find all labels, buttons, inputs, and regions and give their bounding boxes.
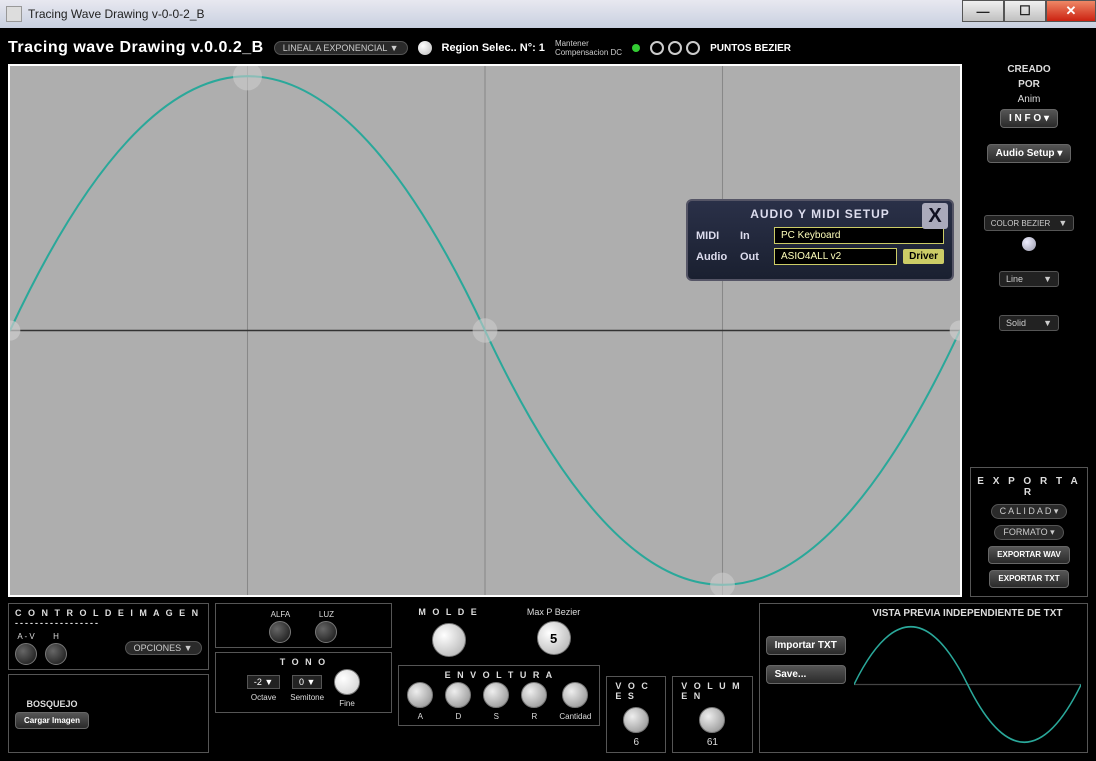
txt-preview-canvas [854,621,1081,748]
formato-dropdown[interactable]: FORMATO ▾ [994,525,1063,540]
tono-panel: T O N O -2 ▼Octave 0 ▼Semitone Fine [215,652,393,713]
sketch-preview [95,694,202,734]
alfa-knob[interactable] [269,621,291,643]
app-body: Tracing wave Drawing v.0.0.2_B LINEAL A … [0,28,1096,761]
line-dropdown[interactable]: Line▼ [999,271,1059,287]
bezier-point-3[interactable] [686,41,700,55]
por-label: POR [1018,79,1040,90]
bezier-point-2[interactable] [668,41,682,55]
top-toolbar: Tracing wave Drawing v.0.0.2_B LINEAL A … [8,36,1088,60]
maximize-button[interactable]: ☐ [1004,0,1046,22]
export-txt-button[interactable]: EXPORTAR TXT [989,570,1068,588]
envoltura-panel: E N V O L T U R A A D S R Cantidad [398,665,600,726]
opciones-dropdown[interactable]: OPCIONES ▼ [125,641,202,655]
app-title: Tracing wave Drawing v.0.0.2_B [8,39,264,57]
semitone-spinner[interactable]: 0 ▼ [292,675,322,689]
save-button[interactable]: Save... [766,665,846,684]
attack-knob[interactable] [407,682,433,708]
volumen-knob[interactable] [699,707,725,733]
curve-mode-dropdown[interactable]: LINEAL A EXPONENCIAL ▼ [274,41,408,55]
voces-value: 6 [634,737,640,748]
volumen-panel: V O L U M E N 61 [672,676,752,753]
octave-spinner[interactable]: -2 ▼ [247,675,280,689]
cantidad-knob[interactable] [562,682,588,708]
window-titlebar: Tracing Wave Drawing v-0-0-2_B — ☐ ✕ [0,0,1096,28]
color-bezier-knob[interactable] [1022,237,1036,251]
bottom-panel: C O N T R O L D E I M A G E N ----------… [8,603,1088,753]
midi-label: MIDI [696,230,734,242]
dialog-close-button[interactable]: X [922,203,948,229]
decay-knob[interactable] [445,682,471,708]
dc-comp-label: MantenerCompensacion DC [555,39,622,57]
window-title: Tracing Wave Drawing v-0-0-2_B [28,7,205,21]
audio-setup-button[interactable]: Audio Setup ▾ [987,144,1072,163]
txt-preview-title: VISTA PREVIA INDEPENDIENTE DE TXT [854,608,1081,619]
txt-preview-panel: Importar TXT Save... VISTA PREVIA INDEPE… [759,603,1088,753]
dc-led-icon[interactable] [632,44,640,52]
bezier-point-1[interactable] [650,41,664,55]
image-control-panel: C O N T R O L D E I M A G E N ----------… [8,603,209,670]
alfa-luz-panel: ALFA LUZ [215,603,393,648]
max-bezier-knob[interactable]: 5 [537,621,571,655]
midi-in-field[interactable]: PC Keyboard [774,227,944,244]
audio-out-field[interactable]: ASIO4ALL v2 [774,248,897,265]
info-button[interactable]: I N F O ▾ [1000,109,1058,128]
waveform-canvas[interactable] [8,64,962,597]
export-title: E X P O R T A R [977,476,1081,498]
molde-knob[interactable] [432,623,466,657]
region-select-label: Region Selec.. N°: 1 [442,42,545,54]
audio-label: Audio [696,251,734,263]
waveform-canvas-wrap: X AUDIO Y MIDI SETUP MIDI In PC Keyboard… [8,64,962,597]
author-label: Anim [1018,94,1041,105]
bosquejo-label: BOSQUEJO [27,699,78,709]
creado-label: CREADO [1007,64,1050,75]
h-knob[interactable] [45,643,67,665]
theme-toggle-icon[interactable] [418,41,432,55]
app-icon [6,6,22,22]
voces-knob[interactable] [623,707,649,733]
audio-midi-dialog: X AUDIO Y MIDI SETUP MIDI In PC Keyboard… [686,199,954,281]
right-panel: CREADO POR Anim I N F O ▾ Audio Setup ▾ … [970,64,1088,597]
voces-panel: V O C E S 6 [606,676,666,753]
minimize-button[interactable]: — [962,0,1004,22]
export-wav-button[interactable]: EXPORTAR WAV [988,546,1070,564]
close-button[interactable]: ✕ [1046,0,1096,22]
release-knob[interactable] [521,682,547,708]
max-bezier-label: Max P Bezier [527,607,580,617]
volumen-value: 61 [707,737,718,748]
color-bezier-dropdown[interactable]: COLOR BEZIER▼ [984,215,1075,231]
main-area: X AUDIO Y MIDI SETUP MIDI In PC Keyboard… [8,64,1088,597]
cargar-imagen-button[interactable]: Cargar Imagen [15,712,89,729]
molde-label: M O L D E [418,607,478,617]
av-knob[interactable] [15,643,37,665]
fine-knob[interactable] [334,669,360,695]
out-label: Out [740,251,768,263]
sustain-knob[interactable] [483,682,509,708]
in-label: In [740,230,768,242]
solid-dropdown[interactable]: Solid▼ [999,315,1059,331]
image-control-title: C O N T R O L D E I M A G E N ----------… [15,608,202,628]
calidad-dropdown[interactable]: C A L I D A D ▾ [991,504,1068,519]
export-panel: E X P O R T A R C A L I D A D ▾ FORMATO … [970,467,1088,597]
dialog-title: AUDIO Y MIDI SETUP [696,207,944,221]
importar-txt-button[interactable]: Importar TXT [766,636,846,655]
driver-button[interactable]: Driver [903,249,944,264]
luz-knob[interactable] [315,621,337,643]
bezier-points-label: PUNTOS BEZIER [710,43,791,54]
